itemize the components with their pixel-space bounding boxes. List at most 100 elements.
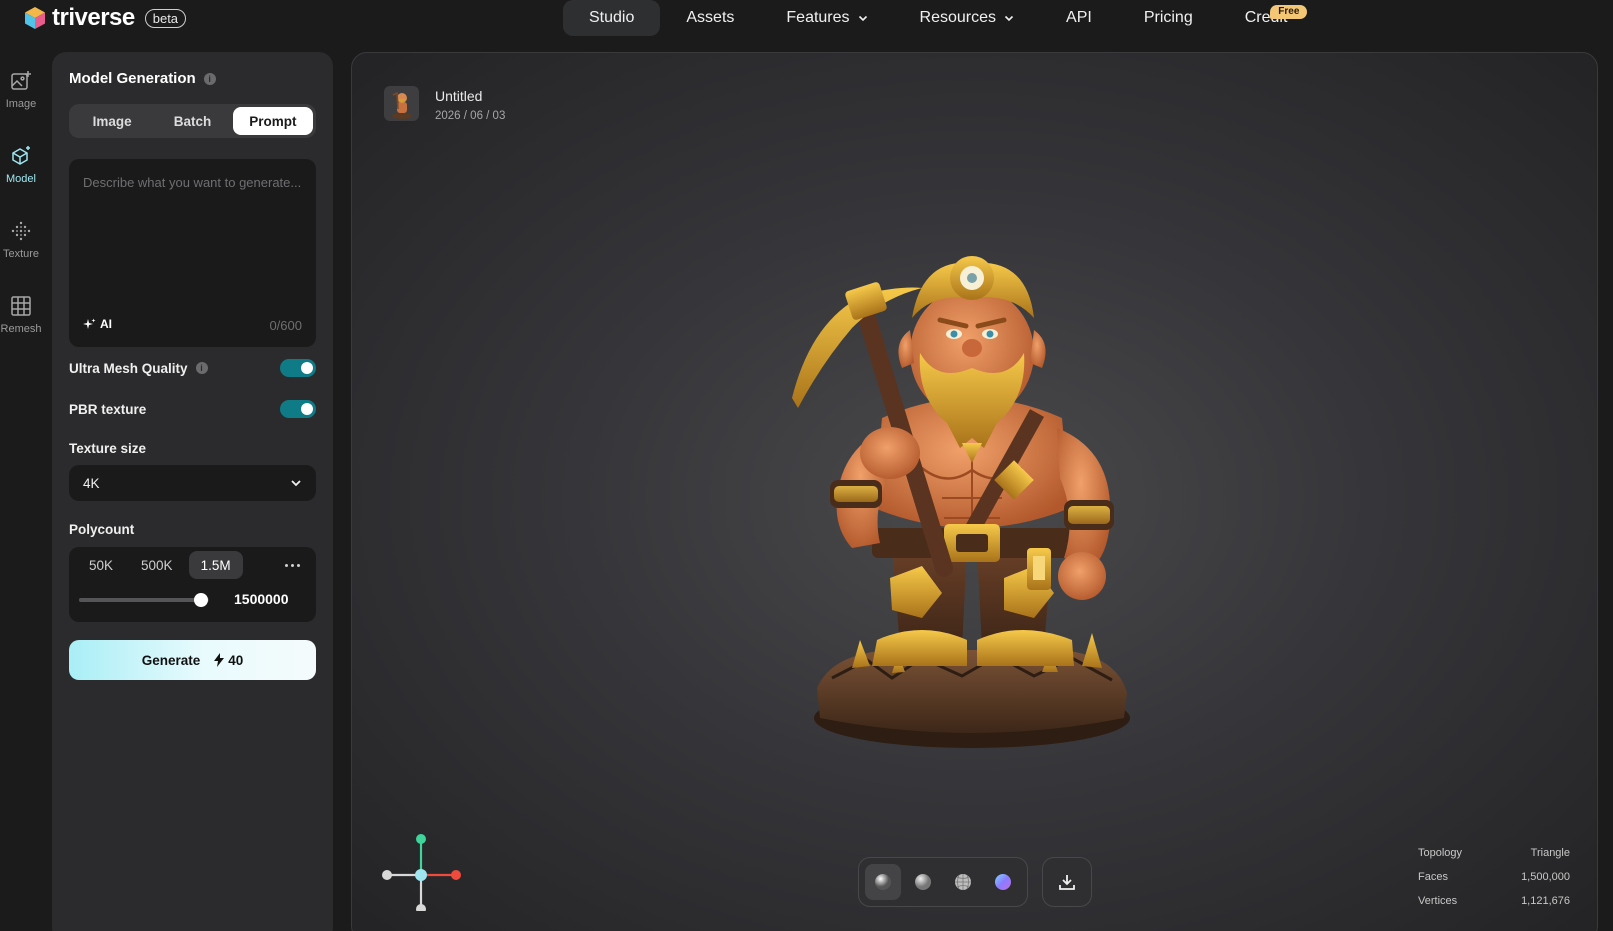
tab-batch[interactable]: Batch	[152, 107, 232, 135]
texture-size-select[interactable]: 4K	[69, 465, 316, 501]
asset-meta: Untitled 2026 / 06 / 03	[435, 86, 505, 122]
matte-material-button[interactable]	[905, 864, 941, 900]
info-icon[interactable]: i	[203, 72, 216, 85]
rail-label: Texture	[2, 248, 40, 260]
polycount-option-1-5m[interactable]: 1.5M	[188, 551, 243, 579]
left-rail: Image Model Texture Remesh	[0, 70, 42, 370]
axis-gizmo[interactable]	[376, 821, 466, 911]
prompt-input[interactable]	[69, 159, 316, 309]
nav-resources[interactable]: Resources	[894, 0, 1040, 36]
sparkle-icon	[83, 318, 96, 329]
image-plus-icon	[11, 71, 31, 90]
prompt-box: AI 0/600	[69, 159, 316, 347]
ultra-mesh-label-text: Ultra Mesh Quality	[69, 360, 188, 376]
slider-thumb[interactable]	[194, 593, 209, 607]
panel-title-text: Model Generation	[69, 70, 196, 87]
rail-label: Model	[6, 173, 36, 185]
rail-item-remesh[interactable]: Remesh	[0, 295, 42, 370]
nav-api[interactable]: API	[1040, 0, 1118, 36]
info-icon[interactable]: i	[195, 362, 208, 374]
clay-sphere-icon	[875, 874, 891, 890]
texture-size-value: 4K	[83, 475, 100, 491]
nav-assets[interactable]: Assets	[660, 0, 760, 36]
model-viewport[interactable]: Untitled 2026 / 06 / 03 Topology Triangl…	[351, 52, 1598, 931]
download-button[interactable]	[1042, 857, 1092, 907]
ultra-mesh-toggle[interactable]	[280, 359, 316, 377]
matte-sphere-icon	[915, 874, 931, 890]
nav-features[interactable]: Features	[760, 0, 893, 36]
rail-item-model[interactable]: Model	[0, 145, 42, 220]
panel-title: Model Generation i	[69, 70, 216, 87]
nav-studio[interactable]: Studio	[563, 0, 661, 36]
ultra-mesh-row: Ultra Mesh Quality i	[69, 358, 316, 378]
rail-label: Image	[5, 98, 37, 110]
nav-studio-label: Studio	[589, 9, 635, 26]
asset-header: Untitled 2026 / 06 / 03	[384, 86, 505, 122]
normal-map-sphere-icon	[995, 874, 1011, 890]
model-thumbnail-image	[391, 91, 412, 119]
stat-faces: Faces 1,500,000	[1418, 865, 1570, 889]
texture-size-label: Texture size	[69, 441, 147, 456]
brand-logo[interactable]: triverse beta	[24, 4, 187, 32]
tab-image[interactable]: Image	[72, 107, 152, 135]
polycount-option-500k[interactable]: 500K	[129, 551, 185, 579]
brand-name: triverse	[52, 4, 135, 31]
credit-wrap: Credit Free	[1245, 5, 1308, 27]
chevron-down-icon	[858, 15, 867, 22]
tab-prompt[interactable]: Prompt	[232, 107, 313, 135]
nav-credit[interactable]: Credit Free	[1219, 0, 1314, 36]
dot-grid-icon	[11, 221, 31, 241]
asset-thumbnail[interactable]	[384, 86, 419, 121]
pbr-toggle[interactable]	[280, 400, 316, 418]
ai-assist-button[interactable]: AI	[83, 317, 112, 331]
viewer-toolbar	[858, 857, 1092, 907]
stat-label: Topology	[1418, 847, 1463, 859]
lightning-icon	[214, 653, 225, 667]
stat-value: 1,500,000	[1521, 871, 1570, 883]
nav-pricing[interactable]: Pricing	[1118, 0, 1219, 36]
free-badge: Free	[1270, 5, 1308, 19]
nav-assets-label: Assets	[686, 9, 735, 26]
material-mode-group	[858, 857, 1028, 907]
stat-value: 1,121,676	[1521, 895, 1570, 907]
stat-label: Faces	[1418, 871, 1448, 883]
rail-label: Remesh	[0, 323, 42, 335]
stat-topology: Topology Triangle	[1418, 841, 1570, 865]
slider-fill	[79, 598, 202, 602]
stat-value: Triangle	[1530, 847, 1570, 859]
rail-item-texture[interactable]: Texture	[0, 220, 42, 295]
generate-button[interactable]: Generate 40	[69, 640, 316, 680]
top-bar: triverse beta Studio Assets Features Res…	[0, 0, 1613, 40]
nav-api-label: API	[1066, 9, 1092, 26]
model-generation-panel: Model Generation i Image Batch Prompt AI…	[52, 52, 333, 931]
generate-label: Generate	[141, 652, 201, 668]
mesh-stats: Topology Triangle Faces 1,500,000 Vertic…	[1418, 841, 1570, 913]
polycount-option-50k[interactable]: 50K	[77, 551, 125, 579]
wireframe-material-button[interactable]	[945, 864, 981, 900]
dwarf-miner-model[interactable]	[772, 248, 1152, 768]
download-icon	[1059, 875, 1075, 890]
stat-label: Vertices	[1418, 895, 1458, 907]
chevron-down-icon	[291, 480, 301, 487]
normal-material-button[interactable]	[985, 864, 1021, 900]
clay-material-button[interactable]	[865, 864, 901, 900]
cube-sparkle-icon	[12, 146, 30, 165]
stat-vertices: Vertices 1,121,676	[1418, 889, 1570, 913]
logo-icon	[25, 7, 45, 29]
ultra-mesh-label: Ultra Mesh Quality i	[69, 361, 208, 376]
main-nav: Studio Assets Features Resources API Pri…	[563, 0, 1313, 36]
nav-pricing-label: Pricing	[1143, 9, 1193, 26]
chevron-down-icon	[1004, 15, 1014, 22]
nav-resources-label: Resources	[919, 9, 997, 26]
polycount-label: Polycount	[69, 522, 135, 537]
ai-label: AI	[100, 317, 112, 331]
polycount-options: 50K 500K 1.5M	[77, 551, 243, 579]
input-mode-tabs: Image Batch Prompt	[69, 104, 316, 138]
char-counter: 0/600	[269, 318, 302, 333]
rail-item-image[interactable]: Image	[0, 70, 42, 145]
polycount-slider[interactable]	[79, 593, 209, 607]
more-options-icon[interactable]	[285, 551, 300, 579]
grid-icon	[11, 296, 31, 316]
asset-name[interactable]: Untitled	[435, 88, 505, 104]
generate-cost-value: 40	[228, 652, 244, 668]
